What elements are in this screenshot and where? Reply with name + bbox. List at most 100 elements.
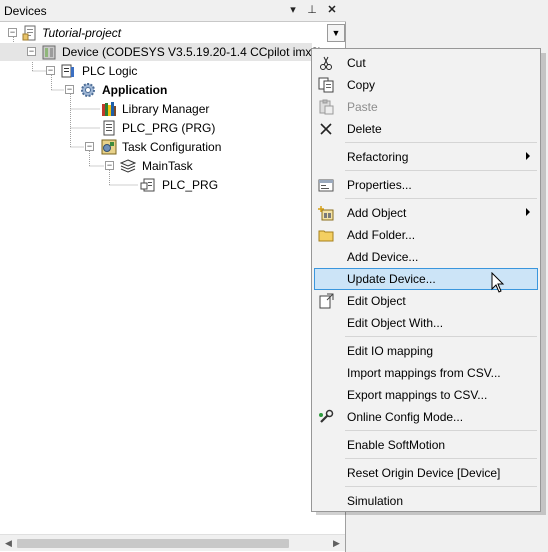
plc-logic-icon	[61, 64, 74, 78]
menu-item-export-mappings[interactable]: Export mappings to CSV...	[314, 384, 538, 406]
task-call-label: PLC_PRG	[162, 178, 219, 192]
menu-label: Edit IO mapping	[347, 344, 434, 358]
context-menu: Cut Copy Paste Delete Refactoring Proper…	[311, 48, 541, 512]
close-icon[interactable]: ✕	[325, 3, 339, 17]
menu-label: Update Device...	[347, 272, 436, 286]
menu-item-refactoring[interactable]: Refactoring	[314, 146, 538, 168]
panel-title: Devices	[4, 4, 47, 18]
tree-node-task-call[interactable]: PLC_PRG	[0, 176, 230, 194]
task-stack-icon	[120, 159, 136, 173]
tree-node-application[interactable]: − Application	[0, 81, 200, 99]
menu-label: Enable SoftMotion	[347, 438, 446, 452]
menu-item-delete[interactable]: Delete	[314, 118, 538, 140]
application-gear-icon	[81, 83, 95, 97]
menu-separator	[345, 170, 537, 171]
submenu-arrow-icon	[526, 208, 530, 216]
menu-separator	[345, 430, 537, 431]
menu-label: Cut	[347, 56, 366, 70]
edit-object-icon	[319, 293, 334, 309]
menu-item-enable-softmotion[interactable]: Enable SoftMotion	[314, 434, 538, 456]
tree-node-task-configuration[interactable]: − Task Configuration	[0, 138, 240, 156]
submenu-arrow-icon	[526, 152, 530, 160]
panel-menu-dropdown-icon[interactable]: ▾	[286, 3, 300, 17]
application-label: Application	[102, 83, 168, 97]
plc-logic-label: PLC Logic	[82, 64, 138, 78]
menu-label: Delete	[347, 122, 382, 136]
menu-item-reset-origin-device[interactable]: Reset Origin Device [Device]	[314, 462, 538, 484]
tree-node-device[interactable]: − Device (CODESYS V3.5.19.20-1.4 CCpilot…	[0, 43, 322, 61]
task-configuration-icon	[101, 139, 117, 155]
menu-item-copy[interactable]: Copy	[314, 74, 538, 96]
delete-x-icon	[320, 123, 332, 135]
menu-label: Paste	[347, 100, 378, 114]
menu-item-edit-io-mapping[interactable]: Edit IO mapping	[314, 340, 538, 362]
panel-titlebar: Devices ▾ ⊥ ✕	[0, 0, 346, 22]
program-call-icon	[140, 178, 155, 192]
collapse-icon[interactable]: −	[8, 28, 17, 37]
menu-label: Edit Object With...	[347, 316, 444, 330]
devices-panel: Devices ▾ ⊥ ✕ − Tutorial-project − Devic…	[0, 0, 346, 552]
collapse-icon[interactable]: −	[85, 142, 94, 151]
menu-label: Refactoring	[347, 150, 409, 164]
device-tree: − Tutorial-project − Device (CODESYS V3.…	[0, 23, 345, 533]
menu-separator	[345, 458, 537, 459]
add-object-icon	[318, 206, 334, 221]
scrollbar-thumb[interactable]	[17, 539, 289, 548]
task-configuration-label: Task Configuration	[122, 140, 222, 154]
library-books-icon	[102, 102, 116, 116]
menu-separator	[345, 336, 537, 337]
library-manager-label: Library Manager	[122, 102, 210, 116]
menu-item-add-folder[interactable]: Add Folder...	[314, 224, 538, 246]
menu-label: Import mappings from CSV...	[347, 366, 501, 380]
main-task-label: MainTask	[142, 159, 193, 173]
mouse-pointer-icon	[491, 272, 505, 293]
menu-separator	[345, 142, 537, 143]
paste-icon	[319, 99, 334, 115]
menu-separator	[345, 486, 537, 487]
menu-label: Copy	[347, 78, 376, 92]
scissors-icon	[320, 56, 332, 70]
plc-prg-label: PLC_PRG (PRG)	[122, 121, 216, 135]
tree-node-project[interactable]: − Tutorial-project	[0, 24, 320, 42]
pou-program-icon	[103, 120, 115, 136]
menu-label: Online Config Mode...	[347, 410, 464, 424]
menu-label: Simulation	[347, 494, 404, 508]
menu-item-import-mappings[interactable]: Import mappings from CSV...	[314, 362, 538, 384]
menu-item-add-object[interactable]: Add Object	[314, 202, 538, 224]
pin-icon[interactable]: ⊥	[305, 3, 319, 17]
menu-label: Add Device...	[347, 250, 419, 264]
tree-node-plc-prg[interactable]: PLC_PRG (PRG)	[0, 119, 220, 137]
menu-label: Edit Object	[347, 294, 406, 308]
device-icon	[42, 45, 56, 60]
menu-label: Properties...	[347, 178, 412, 192]
tree-node-main-task[interactable]: − MainTask	[0, 157, 220, 175]
project-icon	[22, 25, 36, 41]
tree-node-plc-logic[interactable]: − PLC Logic	[0, 62, 200, 80]
menu-label: Add Folder...	[347, 228, 416, 242]
collapse-icon[interactable]: −	[46, 66, 55, 75]
menu-label: Reset Origin Device [Device]	[347, 466, 501, 480]
menu-item-edit-object-with[interactable]: Edit Object With...	[314, 312, 538, 334]
menu-item-simulation[interactable]: Simulation	[314, 490, 538, 512]
collapse-icon[interactable]: −	[27, 47, 36, 56]
menu-separator	[345, 198, 537, 199]
properties-icon	[318, 179, 334, 192]
menu-item-cut[interactable]: Cut	[314, 52, 538, 74]
device-label: Device (CODESYS V3.5.19.20-1.4 CCpilot i…	[62, 45, 323, 59]
scroll-right-arrow-icon[interactable]: ▶	[328, 535, 345, 552]
project-label: Tutorial-project	[42, 26, 122, 40]
tree-dropdown-button[interactable]: ▼	[327, 24, 345, 42]
menu-item-online-config-mode[interactable]: Online Config Mode...	[314, 406, 538, 428]
online-config-icon	[319, 409, 334, 423]
menu-label: Add Object	[347, 206, 407, 220]
scroll-left-arrow-icon[interactable]: ◀	[0, 535, 17, 552]
collapse-icon[interactable]: −	[105, 161, 114, 170]
menu-label: Export mappings to CSV...	[347, 388, 488, 402]
menu-item-properties[interactable]: Properties...	[314, 174, 538, 196]
menu-item-add-device[interactable]: Add Device...	[314, 246, 538, 268]
menu-item-paste[interactable]: Paste	[314, 96, 538, 118]
tree-node-library-manager[interactable]: Library Manager	[0, 100, 220, 118]
collapse-icon[interactable]: −	[65, 85, 74, 94]
horizontal-scrollbar[interactable]: ◀ ▶	[0, 534, 345, 551]
copy-icon	[318, 77, 334, 93]
